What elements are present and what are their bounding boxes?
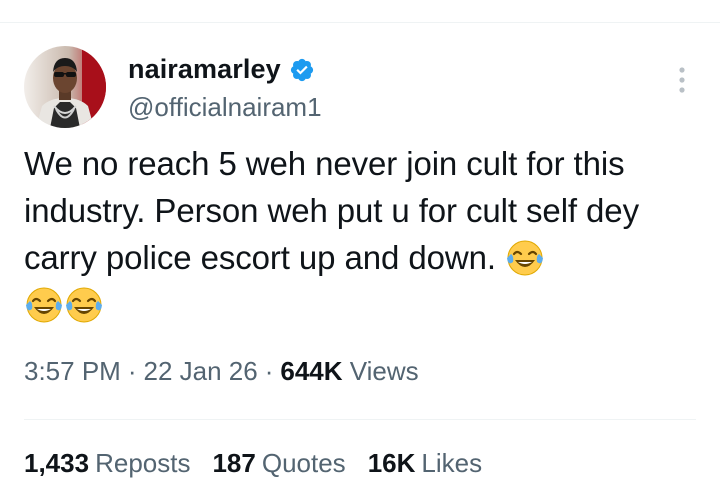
tweet-body: We no reach 5 weh never join cult for th… xyxy=(24,145,639,276)
top-divider xyxy=(0,22,720,23)
reposts-label: Reposts xyxy=(95,448,191,478)
stats-divider xyxy=(24,419,696,420)
display-name-row: nairamarley xyxy=(128,50,322,88)
likes-label: Likes xyxy=(421,448,483,478)
author-names: nairamarley @officialnairam1 xyxy=(128,50,322,123)
likes-count: 16K xyxy=(367,448,416,478)
verified-badge-icon xyxy=(290,58,313,82)
quotes-label: Quotes xyxy=(261,448,346,478)
quotes-count: 187 xyxy=(212,448,256,478)
tweet-text: We no reach 5 weh never join cult for th… xyxy=(24,140,704,328)
meta-separator: · xyxy=(264,356,274,386)
tweet-meta: 3:57 PM · 22 Jan 26 · 644K Views xyxy=(24,356,419,387)
quotes-stat[interactable]: 187 Quotes xyxy=(212,448,345,479)
views-label: Views xyxy=(349,356,419,386)
engagement-stats: 1,433 Reposts 187 Quotes 16K Likes xyxy=(24,448,482,479)
views-count: 644K xyxy=(280,356,343,386)
reposts-stat[interactable]: 1,433 Reposts xyxy=(24,448,190,479)
meta-separator: · xyxy=(127,356,137,386)
likes-stat[interactable]: 16K Likes xyxy=(368,448,482,479)
tweet-time[interactable]: 3:57 PM xyxy=(24,356,121,386)
reposts-count: 1,433 xyxy=(24,448,90,478)
display-name[interactable]: nairamarley xyxy=(128,54,281,85)
avatar-image xyxy=(24,46,106,128)
more-vertical-icon[interactable] xyxy=(672,64,692,96)
avatar[interactable] xyxy=(24,46,106,128)
face-with-tears-of-joy-icon xyxy=(26,287,62,323)
user-handle[interactable]: @officialnairam1 xyxy=(128,92,322,123)
face-with-tears-of-joy-icon xyxy=(506,240,543,276)
face-with-tears-of-joy-icon xyxy=(66,287,102,323)
tweet-date[interactable]: 22 Jan 26 xyxy=(144,356,258,386)
tweet-header: nairamarley @officialnairam1 xyxy=(24,46,696,130)
